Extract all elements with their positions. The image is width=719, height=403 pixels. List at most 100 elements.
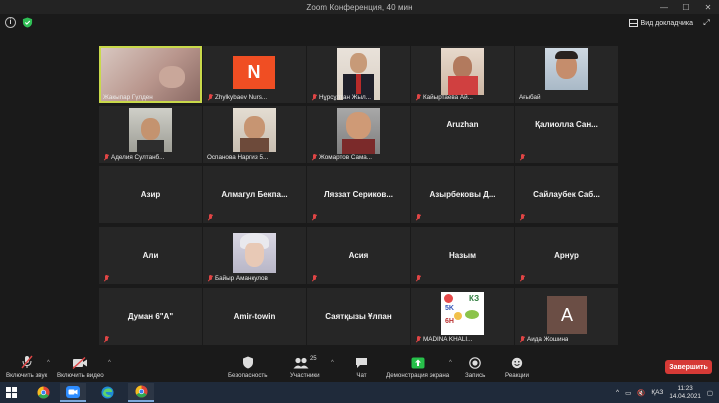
notifications-icon[interactable]: ▢ [707, 389, 713, 397]
chat-label: Чат [356, 372, 367, 379]
network-icon[interactable]: ▭ [625, 389, 631, 397]
maximize-button[interactable]: ☐ [675, 0, 697, 14]
participant-status [311, 214, 317, 221]
participant-tile[interactable]: Ағыбай [515, 46, 618, 103]
reactions-button[interactable]: Реакции [505, 355, 529, 379]
windows-start-icon[interactable] [6, 387, 17, 398]
participant-name: Сайлаубек Саб... [533, 190, 600, 199]
participant-tile[interactable]: Сайлаубек Саб... [515, 166, 618, 223]
video-card-green-shape [465, 310, 479, 319]
start-video-label: Включить видео [57, 372, 104, 379]
participants-icon: 25 [293, 355, 317, 369]
muted-mic-icon [519, 275, 525, 282]
participant-tile[interactable]: Аделия Султанб... [99, 106, 202, 163]
taskbar-chrome-profile-button[interactable] [128, 383, 154, 402]
record-button[interactable]: Запись [465, 355, 485, 379]
participant-name: Арнур [554, 251, 579, 260]
participant-tile[interactable]: Думан 6"А" [99, 288, 202, 345]
participant-name: Азир [140, 190, 161, 199]
participant-tile[interactable]: Оспанова Наргиз 5... [203, 106, 306, 163]
participant-avatar: A [547, 296, 587, 334]
muted-mic-icon [519, 214, 525, 221]
record-label: Запись [465, 372, 486, 379]
edge-icon [100, 386, 114, 399]
share-screen-button[interactable]: Демонстрация экрана [386, 355, 449, 379]
participant-tile[interactable]: Азир [99, 166, 202, 223]
muted-mic-icon [415, 94, 421, 101]
clock-time: 11:23 [677, 384, 693, 392]
taskbar-zoom-button[interactable] [60, 383, 86, 402]
participant-name: Думан 6"А" [127, 312, 174, 321]
participant-tile[interactable]: Саятқызы Ұлпан [307, 288, 410, 345]
audio-options-chevron-icon[interactable]: ^ [47, 360, 50, 366]
participant-name: Азырбековы Д... [429, 190, 496, 199]
video-options-chevron-icon[interactable]: ^ [108, 360, 111, 366]
meeting-top-strip: i Вид докладчика ⤢ [0, 14, 719, 32]
participant-tile[interactable]: Жакыпар Гүлден [99, 46, 202, 103]
participant-tile[interactable]: A Аида Жошина [515, 288, 618, 345]
video-off-icon [72, 355, 88, 369]
unmute-button[interactable]: Включить звук [6, 355, 47, 379]
participant-tile[interactable]: Арнур [515, 227, 618, 284]
participant-tile[interactable]: Aruzhan [411, 106, 514, 163]
video-face-shape [141, 118, 160, 140]
speaker-view-button[interactable]: Вид докладчика [628, 17, 693, 29]
participant-tile[interactable]: Али [99, 227, 202, 284]
participant-avatar: N [233, 56, 275, 89]
participant-tile[interactable]: КЗ 5K 6H MADINA KHALI... [411, 288, 514, 345]
participant-status [415, 275, 421, 282]
participants-button[interactable]: 25 Участники [290, 355, 320, 379]
participant-name: Қалиолла Сан... [535, 120, 598, 129]
volume-muted-icon[interactable]: 🔇 [637, 389, 645, 397]
tray-chevron-icon[interactable]: ^ [616, 389, 619, 396]
info-icon[interactable]: i [5, 17, 16, 28]
participant-tile[interactable]: Азырбековы Д... [411, 166, 514, 223]
meeting-toolbar: Включить звук ^ Включить видео ^ Безопас… [0, 354, 719, 382]
participant-tile[interactable]: Байыр Аманкулов [203, 227, 306, 284]
chat-button[interactable]: Чат [355, 355, 368, 379]
participant-name: Байыр Аманкулов [207, 275, 268, 282]
zoom-icon [66, 385, 80, 398]
participant-tile[interactable]: Жомартов Сама... [307, 106, 410, 163]
participant-tile[interactable]: Нұрсұлтан Жыл... [307, 46, 410, 103]
participant-tile[interactable]: Асия [307, 227, 410, 284]
share-screen-label: Демонстрация экрана [386, 372, 450, 379]
participant-name: Кайыртаева Ай... [415, 94, 473, 101]
start-video-button[interactable]: Включить видео [57, 355, 104, 379]
participant-tile[interactable]: Алмагул Бекпа... [203, 166, 306, 223]
participant-tile[interactable]: Кайыртаева Ай... [411, 46, 514, 103]
participant-name: Aruzhan [446, 120, 479, 129]
minimize-button[interactable]: — [653, 0, 675, 14]
end-meeting-button[interactable]: Завершить [665, 360, 712, 374]
fullscreen-icon[interactable]: ⤢ [702, 18, 711, 27]
participants-options-chevron-icon[interactable]: ^ [331, 360, 334, 366]
system-tray: ^ ▭ 🔇 ҚАЗ 11:23 14.04.2021 ▢ [616, 384, 713, 401]
clock-date: 14.04.2021 [669, 392, 701, 400]
participant-tile[interactable]: Қалиолла Сан... [515, 106, 618, 163]
muted-mic-icon [20, 355, 34, 369]
muted-mic-icon [311, 94, 317, 101]
muted-mic-icon [311, 275, 317, 282]
window-title: Zoom Конференция, 40 мин [306, 2, 413, 12]
clock[interactable]: 11:23 14.04.2021 [669, 385, 701, 401]
muted-mic-icon [415, 275, 421, 282]
participant-tile[interactable]: Ляззат Сериков... [307, 166, 410, 223]
participant-status [311, 275, 317, 282]
close-button[interactable]: ✕ [697, 0, 719, 14]
security-button[interactable]: Безопасность [228, 355, 267, 379]
participant-tile[interactable]: Назым [411, 227, 514, 284]
participant-tile[interactable]: N Zhylkybaev Nurs... [203, 46, 306, 103]
encryption-shield-icon[interactable] [22, 17, 33, 28]
share-options-chevron-icon[interactable]: ^ [449, 360, 452, 366]
muted-mic-icon [207, 94, 213, 101]
language-indicator[interactable]: ҚАЗ [651, 389, 663, 396]
taskbar-chrome-button[interactable] [30, 383, 56, 402]
muted-mic-icon [519, 154, 525, 161]
participants-label: Участники [290, 372, 320, 379]
speaker-view-label: Вид докладчика [640, 19, 693, 27]
taskbar-edge-button[interactable] [94, 383, 120, 402]
muted-mic-icon [103, 275, 109, 282]
view-layout-icon [628, 19, 638, 27]
video-card-text-mid: 5K [445, 305, 454, 312]
participant-tile[interactable]: Amir-towin [203, 288, 306, 345]
